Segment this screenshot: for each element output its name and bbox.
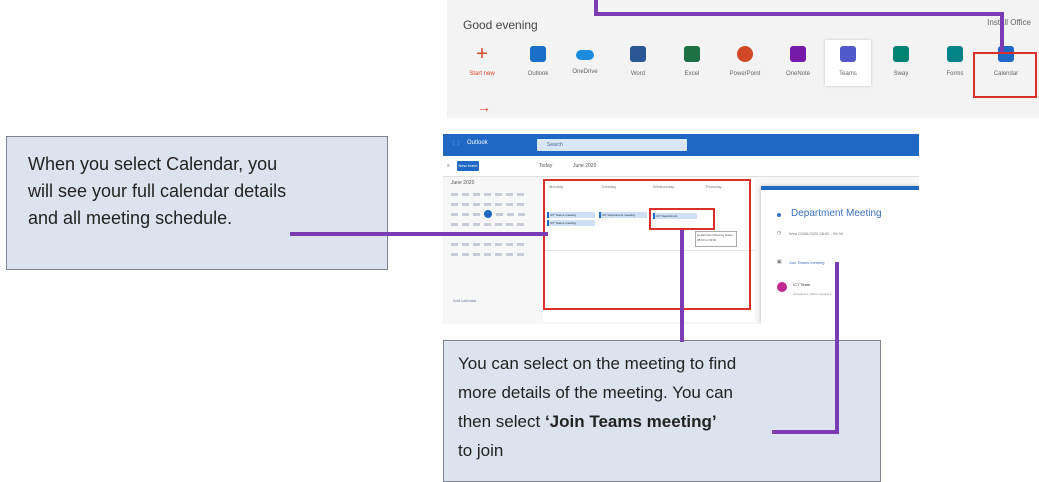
onenote-icon: [790, 46, 806, 62]
avatar: [777, 282, 787, 292]
outlook-header-bar: ⋮⋮ Outlook Search: [443, 134, 919, 156]
callout-calendar: When you select Calendar, you will see y…: [6, 136, 388, 270]
forms-icon: [947, 46, 963, 62]
event-color-dot: [777, 213, 781, 217]
connector-join-vertical: [835, 262, 839, 434]
install-office-link[interactable]: Install Office: [987, 18, 1031, 27]
month-selector[interactable]: June 2020: [573, 163, 596, 169]
calendar-grid-highlight: [543, 179, 751, 310]
organizer-name: ICT Team: [793, 282, 811, 287]
callout-text: to join: [458, 441, 504, 460]
join-teams-meeting-link[interactable]: Join Teams meeting: [789, 260, 825, 265]
start-new-label: Start new: [469, 71, 495, 77]
app-label: Sway: [893, 71, 909, 77]
connector-left: [290, 232, 548, 236]
arrow-right-icon: →: [477, 99, 491, 115]
callout-text: more details of the meeting. You can: [458, 383, 734, 402]
powerpoint-icon: [737, 46, 753, 62]
mini-calendar-title: June 2020: [451, 180, 475, 186]
outlook-brand: Outlook: [467, 140, 488, 146]
sway-icon: [893, 46, 909, 62]
outlook-icon: [530, 46, 546, 62]
app-outlook[interactable]: Outlook: [515, 46, 561, 77]
word-icon: [630, 46, 646, 62]
today-button[interactable]: Today: [539, 163, 552, 169]
app-onedrive[interactable]: OneDrive: [562, 46, 608, 75]
calendar-highlight-box: [973, 52, 1037, 98]
greeting-text: Good evening: [463, 18, 538, 32]
app-label: Forms: [946, 71, 964, 77]
app-launcher-icon[interactable]: ⋮⋮: [451, 140, 461, 146]
start-new-button[interactable]: + Start new: [459, 43, 505, 77]
excel-icon: [684, 46, 700, 62]
app-label: OneNote: [785, 71, 810, 77]
app-label: Teams: [839, 71, 857, 77]
menu-icon[interactable]: ≡: [447, 163, 450, 169]
office-home-panel: Good evening Install Office + Start new …: [447, 0, 1039, 118]
join-teams-meeting-emphasis: ‘Join Teams meeting’: [544, 412, 717, 431]
app-onenote[interactable]: OneNote: [775, 46, 821, 77]
add-calendar-link[interactable]: Add calendar: [453, 298, 477, 303]
app-sway[interactable]: Sway: [878, 46, 924, 77]
callout-text: will see your full calendar details: [28, 181, 287, 201]
attendance-summary: Accepted 1, Didn't respond 2: [793, 292, 832, 296]
new-event-button[interactable]: New event: [457, 161, 479, 171]
meeting-title: Department Meeting: [791, 208, 882, 219]
app-teams[interactable]: Teams: [825, 40, 871, 86]
connector-top-horizontal: [594, 12, 1004, 16]
onedrive-icon: [576, 50, 594, 60]
connector-top-right: [1000, 12, 1004, 52]
connector-join-horizontal: [772, 430, 839, 434]
teams-small-icon: ▣: [777, 259, 782, 265]
app-label: PowerPoint: [729, 71, 761, 77]
app-label: Excel: [684, 71, 700, 77]
app-label: Word: [630, 71, 646, 77]
callout-text: When you select Calendar, you: [28, 154, 278, 174]
callout-text: You can select on the meeting to find: [458, 354, 737, 373]
search-input[interactable]: Search: [537, 139, 687, 151]
meeting-time: Wed 03/06/2020 08:00 - 09:00: [789, 231, 843, 236]
callout-text: then select ‘Join Teams meeting’: [458, 412, 717, 431]
app-powerpoint[interactable]: PowerPoint: [722, 46, 768, 77]
app-word[interactable]: Word: [615, 46, 661, 77]
meeting-highlight: [649, 208, 715, 230]
teams-icon: [840, 46, 856, 62]
plus-icon: +: [476, 43, 488, 65]
meeting-detail-pane: Department Meeting ◷ Wed 03/06/2020 08:0…: [761, 186, 919, 324]
callout-text: and all meeting schedule.: [28, 208, 233, 228]
callout-meeting: You can select on the meeting to find mo…: [443, 340, 881, 482]
app-label: OneDrive: [572, 69, 598, 75]
app-label: Outlook: [527, 71, 549, 77]
app-forms[interactable]: Forms: [932, 46, 978, 77]
connector-meeting-vertical: [680, 230, 684, 342]
app-excel[interactable]: Excel: [669, 46, 715, 77]
clock-icon: ◷: [777, 230, 782, 236]
command-bar: ≡ New event Today June 2020: [443, 156, 919, 177]
